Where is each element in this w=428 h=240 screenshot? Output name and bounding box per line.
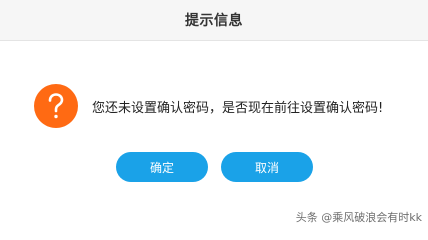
watermark-text: 头条 @乘风破浪会有时kk <box>295 211 422 224</box>
question-icon <box>34 84 78 128</box>
dialog-header: 提示信息 <box>0 0 428 41</box>
dialog-message: 您还未设置确认密码，是否现在前往设置确认密码! <box>92 100 384 116</box>
message-row: 您还未设置确认密码，是否现在前往设置确认密码! <box>34 84 383 128</box>
prompt-dialog: 提示信息 您还未设置确认密码，是否现在前往设置确认密码! 确定 取消 头条 @乘… <box>0 0 428 229</box>
cancel-button[interactable]: 取消 <box>221 152 313 182</box>
confirm-button[interactable]: 确定 <box>116 152 208 182</box>
dialog-title: 提示信息 <box>185 13 243 29</box>
